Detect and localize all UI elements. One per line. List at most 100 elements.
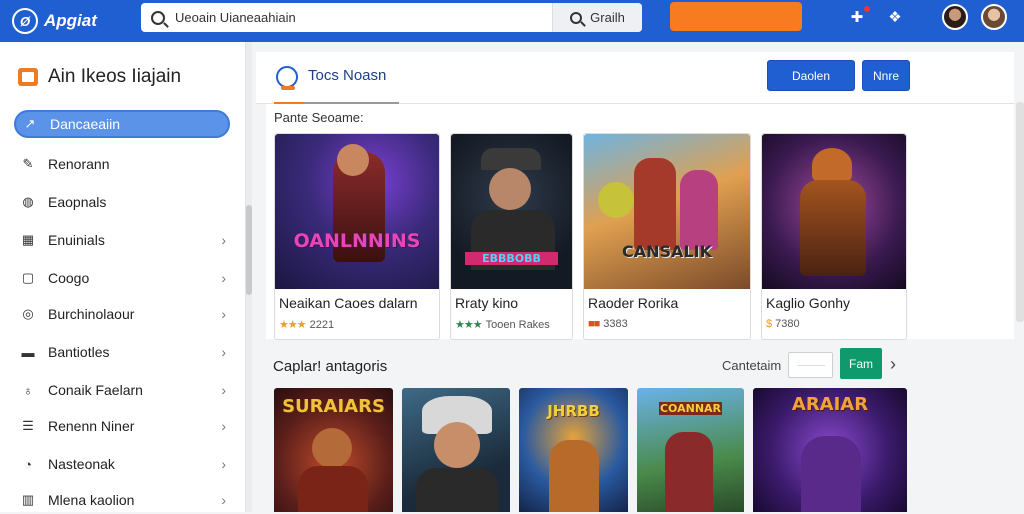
game-card-meta: ■■ 3383 bbox=[588, 318, 628, 330]
sidebar-item-coogo[interactable]: ▢ Coogo › bbox=[14, 264, 230, 292]
chevron-right-icon: › bbox=[221, 232, 226, 248]
category-tile[interactable]: COANNAR bbox=[637, 388, 744, 512]
category-tile[interactable]: SURAIARS bbox=[274, 388, 393, 512]
sidebar-item-label: Nasteonak bbox=[48, 456, 115, 472]
character-head bbox=[312, 428, 352, 468]
game-card-title: Raoder Rorika bbox=[588, 295, 679, 311]
search-bar[interactable]: Ueoain Uianeaahiain Grailh bbox=[141, 3, 642, 32]
chevron-right-icon: › bbox=[221, 382, 226, 398]
chevron-right-icon: › bbox=[221, 418, 226, 434]
sidebar-item-label: Burchinolaour bbox=[48, 306, 135, 322]
chevron-right-icon: › bbox=[221, 456, 226, 472]
game-card[interactable]: OANLNNINS Neaikan Caoes dalarn ★★★ 2221 bbox=[274, 133, 440, 340]
character-head bbox=[489, 168, 531, 210]
game-card-rating: 2221 bbox=[309, 319, 335, 331]
game-card-meta: $7380 bbox=[766, 318, 800, 330]
sidebar-item-burchinolaour[interactable]: ◎ Burchinolaour › bbox=[14, 300, 230, 328]
notification-dot bbox=[864, 6, 870, 12]
sidebar-item-enuinials[interactable]: ▦ Enuinials › bbox=[14, 226, 230, 254]
game-card[interactable]: EBBBOBB Rraty kino ★★★ Tooen Rakes bbox=[450, 133, 573, 340]
daolen-button[interactable]: Daolen bbox=[767, 60, 855, 91]
sidebar-item-eaopnals[interactable]: ◍ Eaopnals bbox=[14, 188, 230, 216]
rating-stars-icon: ★★★ bbox=[455, 319, 483, 331]
app-logo[interactable]: Ø Apgiat bbox=[12, 8, 97, 34]
game-card[interactable]: CANSALIK Raoder Rorika ■■ 3383 bbox=[583, 133, 751, 340]
categories-filter-input[interactable] bbox=[788, 352, 833, 378]
sidebar-scrollbar-thumb[interactable] bbox=[246, 205, 252, 295]
sidebar-item-label: Mlena kaolion bbox=[48, 492, 135, 508]
character-art bbox=[665, 432, 713, 512]
rating-stars-icon: ★★★ bbox=[279, 319, 307, 331]
category-tile-title: JHRBB bbox=[547, 402, 600, 420]
search-button-icon bbox=[570, 11, 583, 24]
main-scrollbar[interactable] bbox=[1016, 102, 1024, 322]
sidebar-item-label: Renorann bbox=[48, 156, 110, 172]
puzzle-icon[interactable]: ✚ bbox=[848, 6, 870, 26]
category-tile[interactable] bbox=[402, 388, 510, 512]
chevron-right-icon: › bbox=[221, 492, 226, 508]
sidebar-header: Ain Ikeos Iiajain bbox=[18, 66, 181, 88]
character-art bbox=[801, 436, 861, 512]
character-head bbox=[337, 144, 369, 176]
controller-icon bbox=[276, 66, 298, 90]
sidebar-header-label: Ain Ikeos Iiajain bbox=[48, 66, 182, 87]
chevron-right-icon[interactable]: › bbox=[890, 354, 896, 375]
sidebar-item-label: Dancaeaiin bbox=[50, 116, 121, 132]
search-input[interactable]: Ueoain Uianeaahiain bbox=[175, 10, 296, 25]
game-card-image: EBBBOBB bbox=[451, 134, 572, 289]
sidebar-item-renenn-niner[interactable]: ☰ Renenn Niner › bbox=[14, 412, 230, 440]
game-logo-text: EBBBOBB bbox=[465, 252, 558, 265]
avatar-secondary[interactable] bbox=[981, 4, 1007, 30]
categories-caption: Cantetaim bbox=[722, 358, 782, 373]
sidebar-item-nasteonak[interactable]: ◔ Nasteonak › bbox=[14, 450, 230, 478]
character-art bbox=[634, 158, 676, 250]
category-tile-title: COANNAR bbox=[659, 402, 722, 415]
character-hat bbox=[481, 148, 541, 170]
page-title: Tocs Noasn bbox=[308, 67, 387, 84]
rating-stars-icon: ■■ bbox=[588, 318, 600, 330]
game-card-meta: ★★★ 2221 bbox=[279, 318, 334, 331]
game-card-rating: Tooen Rakes bbox=[485, 319, 550, 331]
trophy-icon: ♁ bbox=[23, 382, 33, 398]
top-bar: Ø Apgiat Ueoain Uianeaahiain Grailh ✚ ❖ bbox=[0, 0, 1024, 42]
game-logo-text: OANLNNINS bbox=[293, 230, 421, 252]
sidebar-item-label: Conaik Faelarn bbox=[48, 382, 143, 398]
sidebar-item-renorann[interactable]: ✎ Renorann bbox=[14, 150, 230, 178]
avatar[interactable] bbox=[942, 4, 968, 30]
categories-filter-button[interactable]: Fam bbox=[840, 348, 882, 379]
target-icon: ◎ bbox=[22, 306, 34, 321]
categories-title: Caplar! antagoris bbox=[273, 358, 388, 375]
search-button-label: Grailh bbox=[590, 10, 625, 25]
search-button[interactable]: Grailh bbox=[552, 3, 642, 32]
category-tile-title: SURAIARS bbox=[282, 396, 385, 417]
nnre-button[interactable]: Nnre bbox=[862, 60, 910, 91]
sidebar-item-label: Coogo bbox=[48, 270, 90, 286]
chat-icon[interactable]: ❖ bbox=[886, 8, 904, 26]
character-art-2 bbox=[680, 170, 718, 250]
character-art bbox=[800, 180, 866, 276]
sidebar-item-bantiotles[interactable]: ▬ Bantiotles › bbox=[14, 338, 230, 366]
category-tile[interactable]: JHRBB bbox=[519, 388, 628, 512]
list-icon: ☰ bbox=[22, 418, 34, 433]
compass-icon: ↗ bbox=[24, 116, 36, 131]
game-card-image bbox=[762, 134, 906, 289]
category-tile-title: ARAIAR bbox=[791, 394, 869, 415]
logo-icon: Ø bbox=[12, 8, 38, 34]
calendar-icon bbox=[18, 68, 38, 86]
bars-icon: ▥ bbox=[21, 492, 35, 507]
game-card-image: CANSALIK bbox=[584, 134, 750, 289]
character-head bbox=[812, 148, 852, 182]
square-icon: ▢ bbox=[21, 270, 35, 285]
gamepad-icon: ◍ bbox=[22, 194, 34, 209]
game-card[interactable]: Kaglio Gonhy $7380 bbox=[761, 133, 907, 340]
primary-action-button[interactable] bbox=[670, 2, 802, 31]
sidebar-item-conaik-faelarn[interactable]: ♁ Conaik Faelarn › bbox=[14, 376, 230, 404]
game-logo-text: CANSALIK bbox=[622, 242, 712, 261]
sidebar-item-dancaeaiin[interactable]: ↗ Dancaeaiin bbox=[14, 110, 230, 138]
game-card-title: Neaikan Caoes dalarn bbox=[279, 295, 418, 311]
sidebar-item-mlena-kaolion[interactable]: ▥ Mlena kaolion › bbox=[14, 486, 230, 514]
category-tile[interactable]: ARAIAR bbox=[753, 388, 907, 512]
character-body bbox=[416, 468, 498, 512]
main-header: Tocs Noasn Daolen Nnre bbox=[256, 52, 1014, 104]
section-label: Pante Seoame: bbox=[274, 110, 364, 125]
